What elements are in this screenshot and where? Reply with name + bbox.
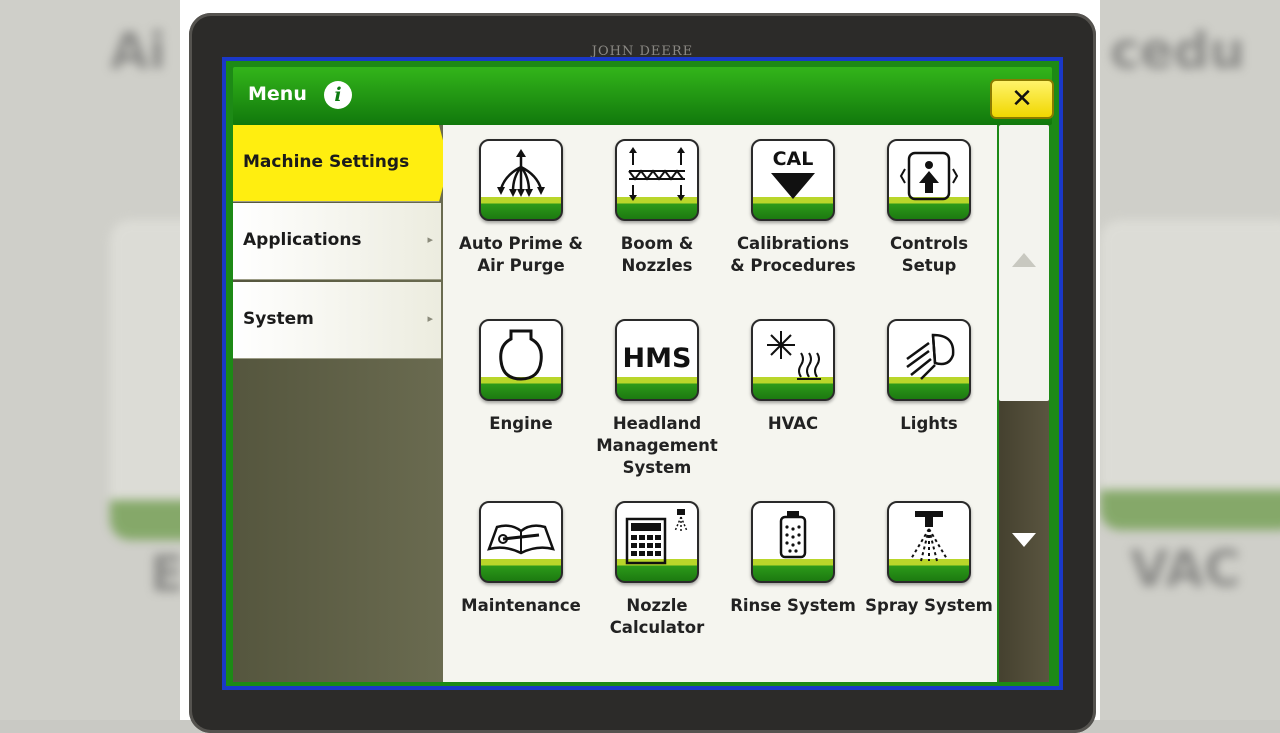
background-blur-tile <box>1100 220 1280 530</box>
background-right: cedu VAC <box>1100 0 1280 720</box>
background-blur-text: Ai <box>110 22 166 80</box>
controls-setup-icon <box>887 139 971 221</box>
tile-label: Lights <box>900 414 958 433</box>
branching-arrows-icon <box>479 139 563 221</box>
page-title: Menu <box>248 83 307 105</box>
tile-spray-system[interactable]: Spray System <box>865 487 993 667</box>
sidebar-item-system[interactable]: System ▸ <box>233 282 441 359</box>
close-button[interactable]: ✕ <box>990 79 1054 119</box>
background-blur-text: E <box>150 545 180 603</box>
tile-headland-management[interactable]: HMS Headland Management System <box>596 305 718 485</box>
tile-controls-setup[interactable]: Controls Setup <box>869 125 989 305</box>
lights-icon <box>887 319 971 401</box>
sidebar-item-label: System <box>243 309 314 329</box>
display-screen: Menu i ✕ Machine Settings Applications ▸… <box>222 57 1063 690</box>
sidebar-item-machine-settings[interactable]: Machine Settings <box>233 125 449 202</box>
tile-label: Maintenance <box>461 596 581 615</box>
background-blur-tile <box>110 220 180 540</box>
boom-nozzles-icon <box>615 139 699 221</box>
tile-label: HVAC <box>767 414 819 433</box>
tile-label: Headland Management System <box>596 414 718 477</box>
tile-label: Boom & Nozzles <box>620 234 694 275</box>
sidebar-item-label: Applications <box>243 230 362 250</box>
tile-nozzle-calculator[interactable]: Nozzle Calculator <box>597 487 717 667</box>
tile-label: Auto Prime & Air Purge <box>459 234 583 275</box>
tile-label: Controls Setup <box>889 234 969 275</box>
tile-label: Spray System <box>865 596 993 615</box>
background-blur-text: cedu <box>1110 22 1245 80</box>
scroll-up-arrow-icon[interactable] <box>1012 253 1036 267</box>
menu-window: Menu i ✕ Machine Settings Applications ▸… <box>226 61 1059 686</box>
tile-label: Rinse System <box>730 596 856 615</box>
tile-label: Engine <box>489 414 553 433</box>
menu-grid: Auto Prime & Air Purge Boom & Nozzles CA… <box>443 125 997 682</box>
hvac-icon <box>751 319 835 401</box>
maintenance-book-icon <box>479 501 563 583</box>
tile-hvac[interactable]: HVAC <box>733 305 853 485</box>
sidebar-item-label: Machine Settings <box>243 152 410 172</box>
engine-icon <box>479 319 563 401</box>
cal-arrow-icon: CAL <box>751 139 835 221</box>
chevron-right-icon: ▸ <box>427 312 433 325</box>
background-blur-text: VAC <box>1130 540 1241 598</box>
info-icon[interactable]: i <box>324 81 352 109</box>
tile-rinse-system[interactable]: Rinse System <box>730 487 856 667</box>
nozzle-calculator-icon <box>615 501 699 583</box>
sidebar-item-applications[interactable]: Applications ▸ <box>233 203 441 280</box>
tile-calibrations[interactable]: CAL Calibrations & Procedures <box>730 125 856 305</box>
tile-boom-nozzles[interactable]: Boom & Nozzles <box>597 125 717 305</box>
tile-label: Nozzle Calculator <box>609 596 705 637</box>
tile-auto-prime[interactable]: Auto Prime & Air Purge <box>459 125 583 305</box>
hms-icon: HMS <box>615 319 699 401</box>
svg-text:CAL: CAL <box>773 148 814 170</box>
background-left: Ai E <box>0 0 180 720</box>
rinse-system-icon <box>751 501 835 583</box>
chevron-right-icon: ▸ <box>427 233 433 246</box>
tile-label: Calibrations & Procedures <box>730 234 856 275</box>
tile-engine[interactable]: Engine <box>461 305 581 485</box>
tile-lights[interactable]: Lights <box>869 305 989 485</box>
tile-maintenance[interactable]: Maintenance <box>461 487 581 667</box>
svg-text:HMS: HMS <box>623 343 692 374</box>
scrollbar[interactable] <box>999 125 1049 682</box>
sidebar: Machine Settings Applications ▸ System ▸ <box>233 125 449 682</box>
title-bar: Menu i ✕ <box>233 67 1054 125</box>
scroll-down-arrow-icon[interactable] <box>1012 533 1036 547</box>
spray-system-icon <box>887 501 971 583</box>
